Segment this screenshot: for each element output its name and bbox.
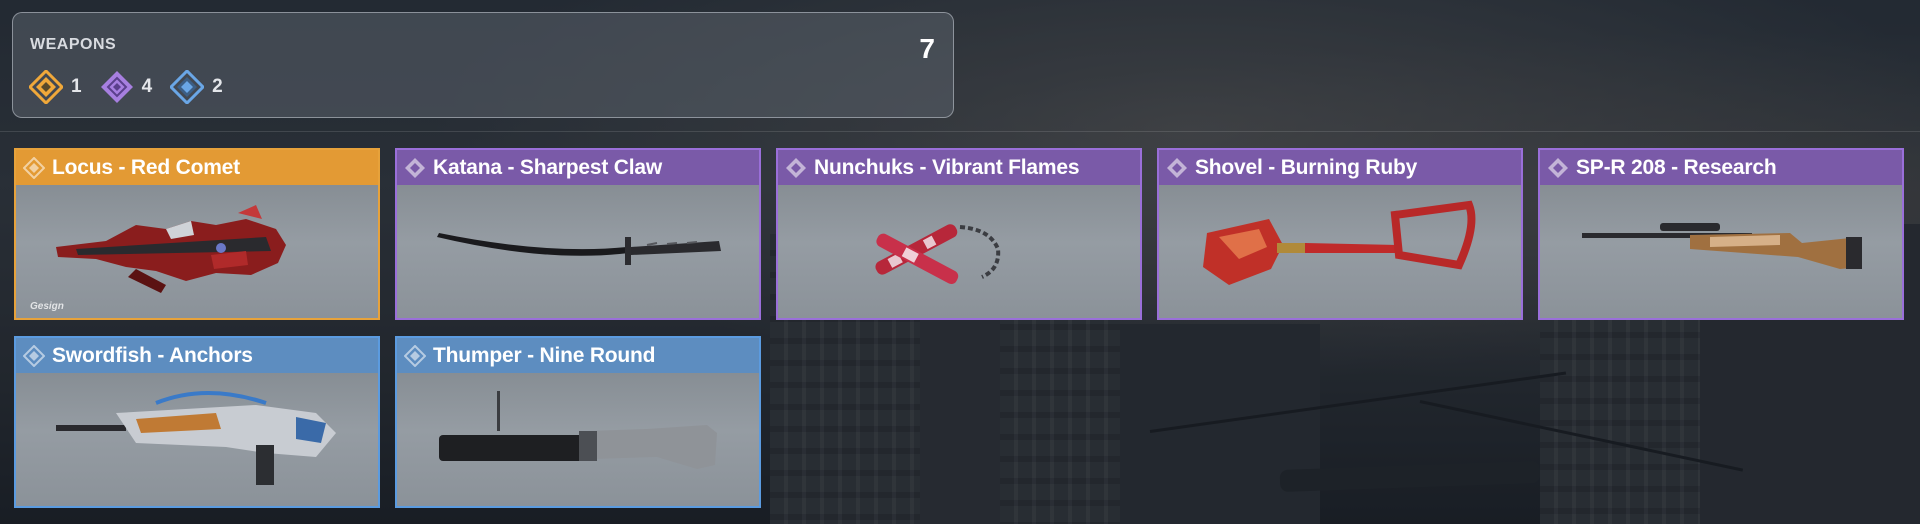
nunchuks-icon: [778, 185, 1140, 318]
sniper-rifle-icon: [1540, 185, 1902, 318]
grenade-launcher-icon: [397, 373, 759, 506]
weapon-card-sp-r-208[interactable]: SP-R 208 - Research: [1538, 148, 1904, 320]
card-header: Thumper - Nine Round: [397, 338, 759, 373]
card-header: Locus - Red Comet: [16, 150, 378, 185]
weapon-card-locus[interactable]: Locus - Red Comet Gesign: [14, 148, 380, 320]
rarity-icon: [1167, 158, 1187, 178]
card-title: Swordfish - Anchors: [52, 343, 253, 367]
katana-icon: [397, 185, 759, 318]
rarity-icon: [404, 345, 426, 367]
weapons-summary-panel: WEAPONS 7 1 4 2: [12, 12, 954, 118]
rarity-icon: [23, 345, 45, 367]
rarity-icon: [1548, 158, 1568, 178]
locus-rifle-icon: Gesign: [16, 185, 378, 318]
blue-rarity-icon: [170, 70, 205, 104]
rarity-icon: [23, 157, 45, 179]
weapon-card-shovel[interactable]: Shovel - Burning Ruby: [1157, 148, 1523, 320]
weapon-card-thumper[interactable]: Thumper - Nine Round: [395, 336, 761, 508]
purple-tier-count: 4: [100, 70, 152, 104]
card-header: Swordfish - Anchors: [16, 338, 378, 373]
card-title: Locus - Red Comet: [52, 155, 240, 179]
card-header: Shovel - Burning Ruby: [1159, 150, 1521, 185]
purple-rarity-icon: [100, 71, 133, 103]
card-title: Nunchuks - Vibrant Flames: [814, 155, 1080, 179]
rarity-icon: [405, 158, 425, 178]
swordfish-rifle-icon: [16, 373, 378, 506]
weapons-total-count: 7: [919, 33, 935, 64]
gold-tier-count: 1: [29, 70, 82, 104]
card-title: SP-R 208 - Research: [1576, 155, 1777, 179]
card-title: Katana - Sharpest Claw: [433, 155, 662, 179]
weapon-card-swordfish[interactable]: Swordfish - Anchors: [14, 336, 380, 508]
card-header: SP-R 208 - Research: [1540, 150, 1902, 185]
weapon-card-nunchuks[interactable]: Nunchuks - Vibrant Flames: [776, 148, 1142, 320]
weapon-card-katana[interactable]: Katana - Sharpest Claw: [395, 148, 761, 320]
panel-title: WEAPONS: [30, 36, 117, 53]
rarity-icon: [786, 158, 806, 178]
shovel-icon: [1159, 185, 1521, 318]
card-title: Thumper - Nine Round: [433, 343, 656, 367]
gold-rarity-icon: [29, 70, 63, 104]
watermark-logo: Gesign: [30, 301, 64, 312]
card-header: Katana - Sharpest Claw: [397, 150, 759, 185]
card-title: Shovel - Burning Ruby: [1195, 155, 1418, 179]
blue-tier-count: 2: [170, 70, 223, 104]
rarity-tier-counts: 1 4 2: [29, 70, 241, 104]
card-header: Nunchuks - Vibrant Flames: [778, 150, 1140, 185]
